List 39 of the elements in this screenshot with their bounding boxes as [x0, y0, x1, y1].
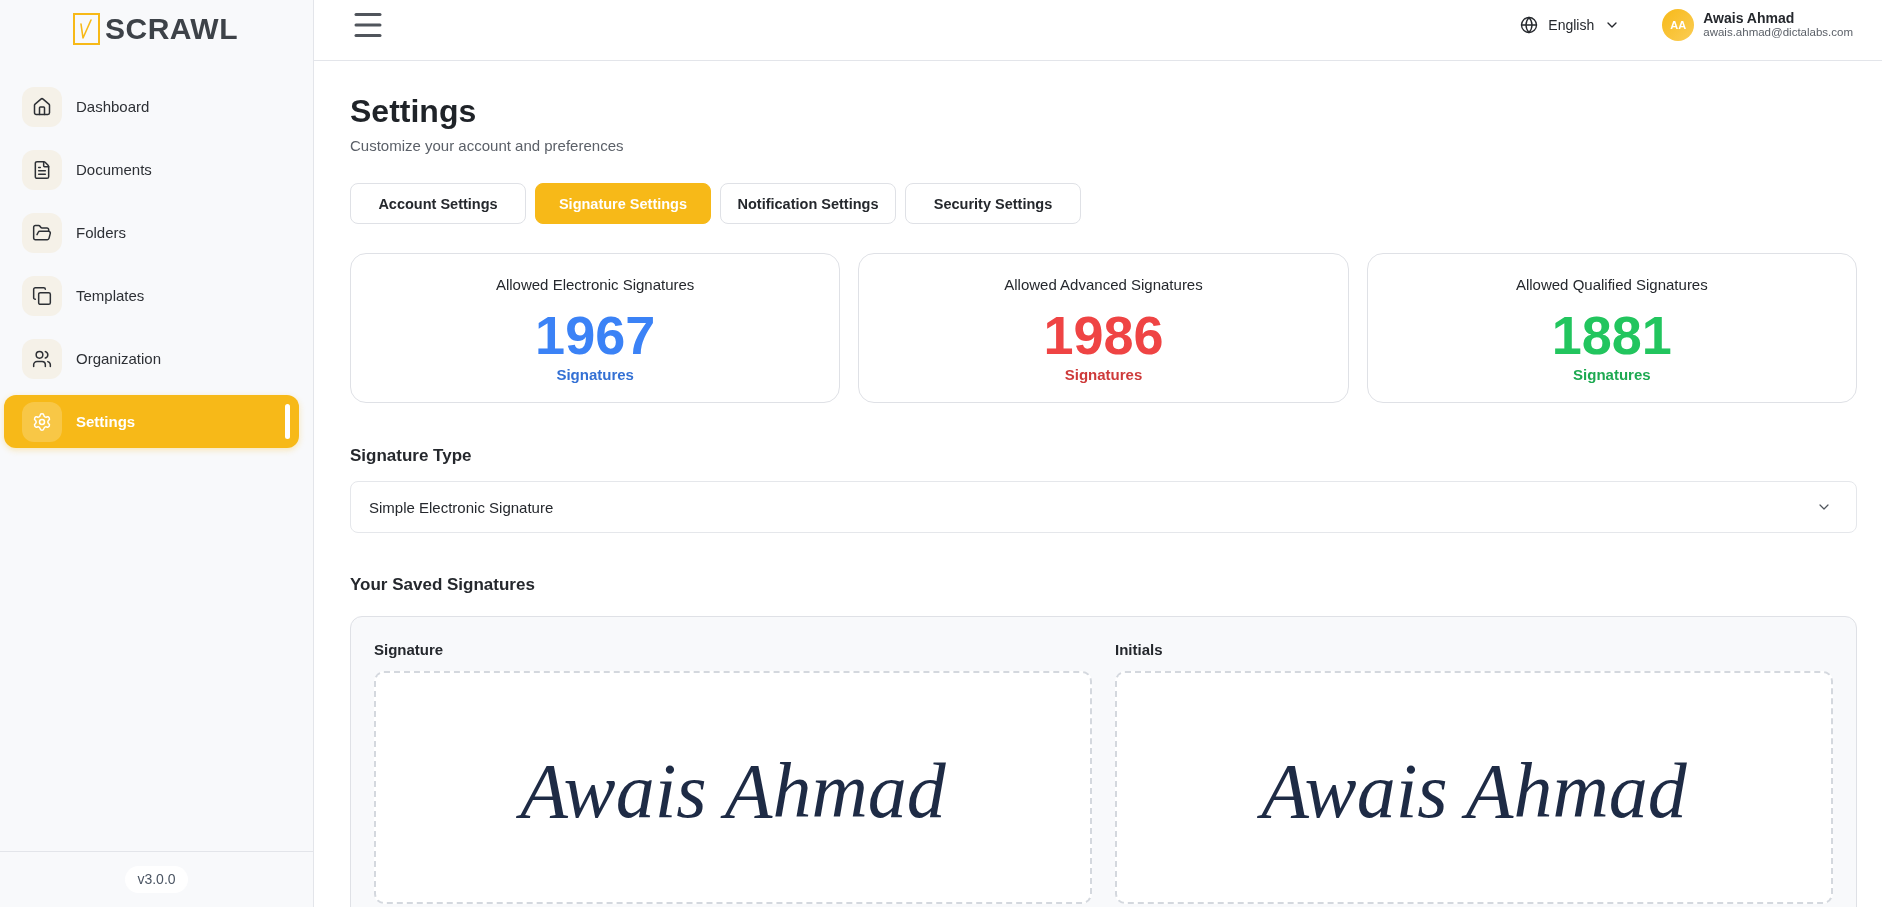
user-avatar: AA [1662, 9, 1695, 41]
section-title: Your Saved Signatures [350, 574, 536, 595]
folder-icon [22, 212, 62, 253]
tab[interactable]: Security Settings [905, 183, 1081, 224]
settings-icon [22, 401, 62, 442]
stat-unit: Signatures [1064, 366, 1143, 384]
page-title: Settings [350, 92, 478, 130]
stat-unit: Signatures [1573, 366, 1651, 384]
nav-item[interactable]: Organization [4, 332, 299, 385]
logo-text: SCRAWL [105, 12, 238, 45]
version-badge: v3.0.0 [125, 866, 188, 893]
page-subtitle: Customize your account and preferences [350, 137, 625, 155]
language-selector[interactable]: English [1520, 16, 1621, 34]
stat-value: 1986 [1043, 307, 1164, 363]
globe-icon [1520, 16, 1539, 34]
stat-title: Allowed Advanced Signatures [1004, 276, 1203, 294]
copy-icon [22, 275, 62, 316]
stat-title: Allowed Qualified Signatures [1515, 276, 1708, 294]
signature-label: Initials [1115, 641, 1164, 659]
active-indicator [285, 404, 290, 439]
tab[interactable]: Notification Settings [720, 183, 896, 224]
nav-item[interactable]: Folders [4, 206, 299, 259]
logo-icon [73, 12, 100, 45]
stat-title: Allowed Electronic Signatures [495, 276, 695, 294]
user-name: Awais Ahmad [1703, 11, 1796, 26]
nav-item[interactable]: Templates [4, 269, 299, 322]
document-icon [22, 149, 62, 190]
user-email: awais.ahmad@dictalabs.com [1703, 26, 1853, 39]
stat-value: 1967 [535, 307, 656, 363]
home-icon [22, 86, 62, 127]
section-title: Signature Type [350, 445, 473, 466]
stat-value: 1881 [1551, 307, 1672, 363]
stat-unit: Signatures [556, 366, 634, 384]
signature-type-select[interactable]: Simple Electronic Signature [350, 481, 1857, 533]
nav-item[interactable]: Dashboard [4, 80, 299, 133]
tab[interactable]: Account Settings [350, 183, 526, 224]
nav-item[interactable]: Documents [4, 143, 299, 196]
people-icon [22, 338, 62, 379]
signature-label: Signature [374, 641, 445, 659]
